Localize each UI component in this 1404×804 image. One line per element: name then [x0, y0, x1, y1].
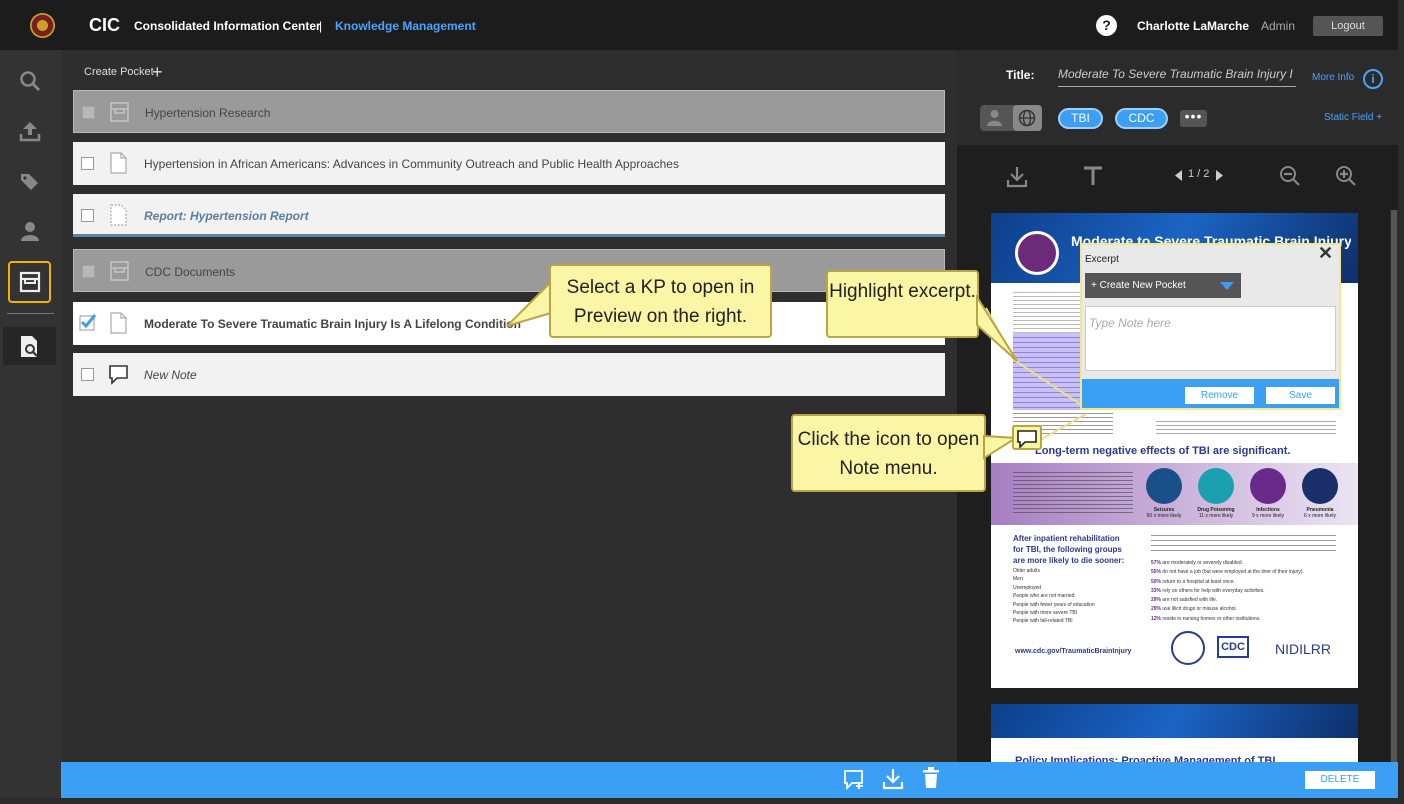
nidilrr-logo: NIDILRR: [1275, 641, 1332, 657]
search-icon[interactable]: [19, 70, 41, 92]
header-separator: |: [319, 19, 323, 33]
row-label: New Note: [144, 368, 197, 382]
more-tags-button[interactable]: •••: [1180, 109, 1207, 127]
stat-value: 11 x more likely: [1198, 513, 1234, 519]
delete-button[interactable]: DELETE: [1305, 771, 1375, 789]
list-item[interactable]: Hypertension Research: [73, 90, 945, 133]
seizure-icon: [1146, 468, 1182, 504]
footnote-text: [1156, 418, 1336, 434]
stat-value: 6 x more likely: [1304, 513, 1336, 519]
tags-icon[interactable]: [19, 171, 41, 193]
left-nav: [0, 50, 61, 798]
row-label: Hypertension Research: [145, 106, 271, 120]
pocket-icon: [19, 271, 41, 293]
stat-value: 9 x more likely: [1252, 513, 1284, 519]
callout-highlight: Highlight excerpt.: [826, 270, 979, 338]
list-item[interactable]: Hypertension in African Americans: Advan…: [73, 142, 945, 185]
row-label: Moderate To Severe Traumatic Brain Injur…: [144, 317, 521, 331]
chevron-down-icon[interactable]: [1220, 282, 1234, 290]
plus-icon[interactable]: +: [152, 62, 163, 83]
pocket-icon: [110, 102, 129, 122]
seal-logo-icon: [30, 13, 55, 38]
brain-head-icon: [1015, 231, 1059, 275]
row-label: CDC Documents: [145, 265, 236, 279]
hhs-logo-icon: [1171, 631, 1205, 665]
title-label: Title:: [1006, 68, 1035, 82]
pocket-select[interactable]: + Create New Pocket: [1085, 273, 1241, 298]
globe-icon[interactable]: [1018, 109, 1036, 127]
drug-icon: [1198, 468, 1234, 504]
stat-value: 50 x more likely: [1146, 513, 1182, 519]
note-icon: [109, 365, 128, 385]
cdc-logo: CDC: [1217, 636, 1249, 658]
zoom-out-icon[interactable]: [1279, 165, 1301, 187]
page-url: www.cdc.gov/TraumaticBrainInjury: [1015, 648, 1132, 655]
row-checkbox[interactable]: [81, 209, 94, 222]
document-icon: [110, 152, 127, 174]
document-icon: [110, 312, 127, 334]
module-link[interactable]: Knowledge Management: [335, 19, 476, 33]
create-pocket-label[interactable]: Create Pocket: [84, 66, 154, 78]
report-icon: [110, 204, 127, 226]
add-note-icon[interactable]: [843, 768, 865, 790]
lung-icon: [1302, 468, 1338, 504]
tag-chip[interactable]: TBI: [1058, 108, 1103, 129]
help-icon[interactable]: ?: [1096, 15, 1117, 36]
row-checkbox[interactable]: [81, 157, 94, 170]
text-icon[interactable]: [1083, 166, 1103, 186]
note-icon[interactable]: [1017, 429, 1037, 448]
pocket-icon: [110, 261, 129, 281]
note-textarea[interactable]: Type Note here: [1085, 306, 1336, 371]
remove-button[interactable]: Remove: [1185, 387, 1254, 404]
zoom-in-icon[interactable]: [1335, 165, 1357, 187]
user-name[interactable]: Charlotte LaMarche: [1137, 19, 1249, 33]
band-text: [1013, 469, 1133, 513]
trash-icon[interactable]: [921, 767, 941, 789]
callout-pointer: [976, 295, 1018, 362]
prev-page-icon[interactable]: [1175, 170, 1183, 181]
checkbox-checked-icon[interactable]: [79, 313, 97, 331]
app-full-name: Consolidated Information Center: [134, 19, 321, 33]
scrollbar-thumb[interactable]: [1391, 210, 1397, 762]
nav-divider: [7, 313, 54, 314]
app-short-name: CIC: [89, 15, 120, 35]
list-item[interactable]: Report: Hypertension Report: [73, 194, 945, 237]
private-user-icon[interactable]: [986, 109, 1003, 127]
download-icon[interactable]: [1006, 166, 1028, 188]
row-checkbox[interactable]: [81, 368, 94, 381]
impact-intro: [1151, 531, 1336, 553]
row-label: Report: Hypertension Report: [144, 209, 309, 223]
title-input[interactable]: Moderate To Severe Traumatic Brain Injur…: [1058, 64, 1296, 87]
row-label: Hypertension in African Americans: Advan…: [144, 157, 679, 171]
callout-note-icon: Click the icon to open Note menu.: [791, 414, 986, 492]
page-banner: [991, 704, 1358, 738]
static-field-link[interactable]: Static Field +: [1324, 112, 1382, 123]
logout-button[interactable]: Logout: [1313, 16, 1383, 36]
close-icon[interactable]: ✕: [1318, 243, 1333, 264]
callout-select-kp: Select a KP to open in Preview on the ri…: [549, 264, 772, 338]
preview-icon: [21, 336, 38, 357]
user-icon[interactable]: [19, 220, 41, 242]
groups-list: Older adults Men Unemployed People who are …: [1013, 568, 1095, 625]
next-page-icon[interactable]: [1215, 170, 1223, 181]
tag-chip[interactable]: CDC: [1115, 108, 1168, 129]
infection-icon: [1250, 468, 1286, 504]
more-info-link[interactable]: More Info: [1312, 72, 1354, 83]
impact-list: 57% are moderately or severely disabled.…: [1151, 560, 1304, 622]
save-button[interactable]: Save: [1266, 387, 1335, 404]
row-checkbox[interactable]: [82, 106, 95, 119]
list-footer-bar: [61, 762, 957, 798]
excerpt-label: Excerpt: [1085, 254, 1119, 265]
user-role: Admin: [1261, 19, 1296, 33]
download-icon[interactable]: [882, 768, 904, 790]
upload-icon[interactable]: [19, 120, 41, 142]
groups-heading: After inpatient rehabilitation for TBI, …: [1013, 534, 1125, 565]
info-icon[interactable]: i: [1363, 69, 1383, 89]
list-item[interactable]: New Note: [73, 353, 945, 396]
pdf-page-2: Policy Implications: Proactive Managemen…: [991, 704, 1358, 764]
page-indicator: 1 / 2: [1188, 168, 1210, 180]
row-checkbox[interactable]: [82, 265, 95, 278]
